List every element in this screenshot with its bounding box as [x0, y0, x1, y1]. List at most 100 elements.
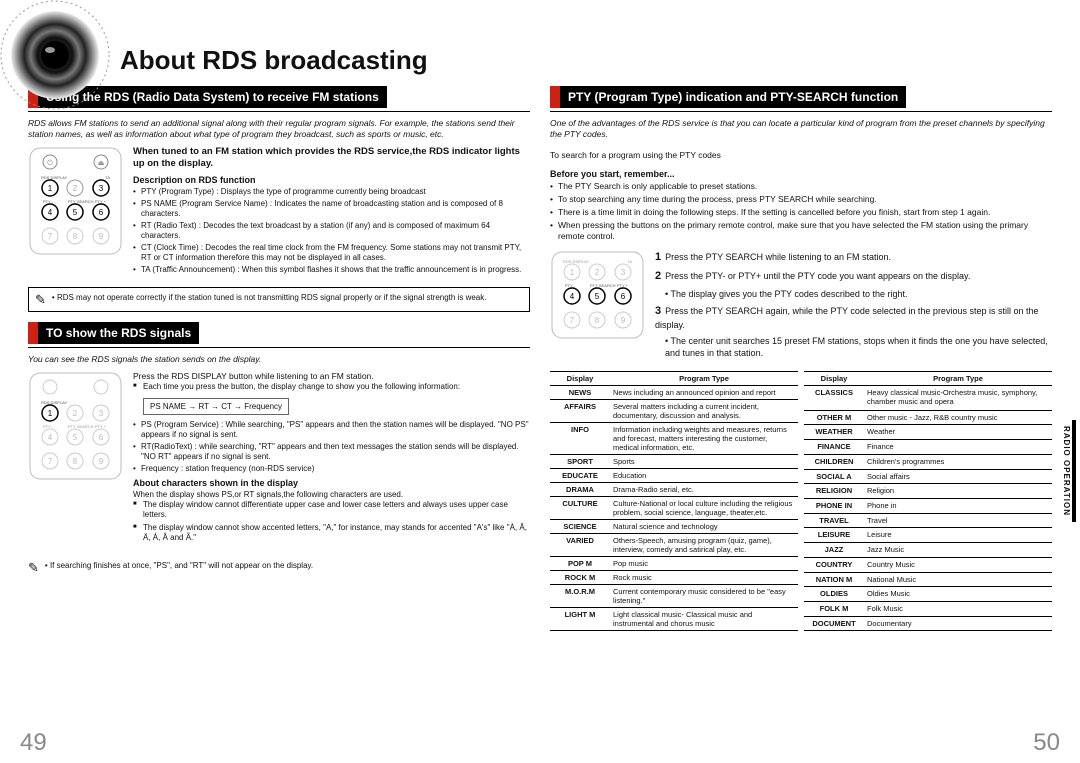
table-row: DOCUMENTDocumentary — [804, 616, 1052, 631]
search-heading: To search for a program using the PTY co… — [550, 150, 1052, 161]
remote-illustration-2: RDS DISPLAY 1 2 3 PTY - PTY SEARCHPTY + 4… — [28, 371, 123, 546]
svg-text:2: 2 — [73, 409, 78, 418]
note-rds-operate: ✎ • RDS may not operate correctly if the… — [28, 287, 530, 312]
page-title: About RDS broadcasting — [120, 45, 1052, 76]
table-row: CHILDRENChildren's programmes — [804, 454, 1052, 469]
table-row: ROCK MRock music — [550, 571, 798, 585]
svg-text:PTY +: PTY + — [617, 283, 629, 288]
page-number-left: 49 — [20, 729, 47, 757]
table-row: CLASSICSHeavy classical music-Orchestra … — [804, 386, 1052, 410]
svg-text:4: 4 — [570, 292, 575, 301]
remote-illustration-1: ⏻ ⏏ RDS DISPLAYTA 1 2 3 PTY -PTY SEARCHP… — [28, 146, 123, 277]
table-row: FINANCEFinance — [804, 440, 1052, 455]
svg-text:PTY -: PTY - — [43, 424, 54, 429]
svg-text:TA: TA — [105, 175, 110, 180]
svg-text:7: 7 — [48, 232, 53, 241]
manual-spread: About RDS broadcasting Using the RDS (Ra… — [0, 0, 1080, 763]
svg-text:5: 5 — [73, 433, 78, 442]
table-row: FOLK MFolk Music — [804, 601, 1052, 616]
svg-text:9: 9 — [99, 457, 104, 466]
right-column: PTY (Program Type) indication and PTY-SE… — [550, 86, 1052, 753]
table-row: RELIGIONReligion — [804, 484, 1052, 499]
svg-text:RDS DISPLAY: RDS DISPLAY — [563, 259, 589, 264]
svg-text:8: 8 — [73, 457, 78, 466]
svg-text:5: 5 — [595, 292, 600, 301]
note-icon: ✎ — [28, 561, 39, 574]
svg-text:8: 8 — [595, 316, 600, 325]
page-number-right: 50 — [1033, 729, 1060, 757]
side-tab: RADIO OPERATION — [1061, 420, 1076, 522]
svg-text:RDS DISPLAY: RDS DISPLAY — [41, 175, 67, 180]
table-row: SCIENCENatural science and technology — [550, 520, 798, 534]
svg-text:1: 1 — [48, 184, 53, 193]
svg-text:1: 1 — [48, 409, 53, 418]
table-row: M.O.R.MCurrent contemporary music consid… — [550, 585, 798, 608]
table-row: CULTURECulture-National or local culture… — [550, 497, 798, 520]
svg-text:3: 3 — [99, 409, 104, 418]
note-searching: ✎ • If searching finishes at once, "PS",… — [28, 556, 530, 579]
svg-text:6: 6 — [99, 208, 104, 217]
svg-text:2: 2 — [595, 268, 600, 277]
pty-intro: One of the advantages of the RDS service… — [550, 118, 1052, 140]
chars-list: The display window cannot differentiate … — [133, 500, 530, 543]
tuned-note: When tuned to an FM station which provid… — [133, 146, 530, 171]
svg-text:9: 9 — [621, 316, 626, 325]
table-row: NEWSNews including an announced opinion … — [550, 386, 798, 400]
table-row: POP MPop music — [550, 557, 798, 571]
table-row: AFFAIRSSeveral matters including a curre… — [550, 400, 798, 423]
table-row: LEISURELeisure — [804, 528, 1052, 543]
table-row: DRAMADrama-Radio serial, etc. — [550, 483, 798, 497]
table-row: OTHER MOther music - Jazz, R&B country m… — [804, 410, 1052, 425]
svg-text:PTY +: PTY + — [95, 199, 107, 204]
table-row: PHONE INPhone in — [804, 498, 1052, 513]
svg-text:2: 2 — [73, 184, 78, 193]
defs-list: PS (Program Service) : While searching, … — [133, 420, 530, 474]
table-row: INFOInformation including weights and me… — [550, 423, 798, 455]
svg-text:7: 7 — [48, 457, 53, 466]
svg-text:9: 9 — [99, 232, 104, 241]
svg-text:PTY +: PTY + — [95, 424, 107, 429]
svg-text:PTY -: PTY - — [565, 283, 576, 288]
svg-text:4: 4 — [48, 208, 53, 217]
pty-table-1: DisplayProgram Type NEWSNews including a… — [550, 371, 798, 631]
pty-tables: DisplayProgram Type NEWSNews including a… — [550, 371, 1052, 631]
svg-text:PTY SEARCH: PTY SEARCH — [590, 283, 616, 288]
svg-text:3: 3 — [621, 268, 626, 277]
svg-text:4: 4 — [48, 433, 53, 442]
table-row: WEATHERWeather — [804, 425, 1052, 440]
table-row: VARIEDOthers-Speech, amusing program (qu… — [550, 534, 798, 557]
section-header-show-signals: TO show the RDS signals — [28, 322, 530, 344]
table-row: JAZZJazz Music — [804, 543, 1052, 558]
svg-text:TA: TA — [627, 259, 632, 264]
pty-table-2: DisplayProgram Type CLASSICSHeavy classi… — [804, 371, 1052, 631]
before-heading: Before you start, remember... — [550, 169, 1052, 179]
section-header-pty: PTY (Program Type) indication and PTY-SE… — [550, 86, 1052, 108]
table-row: SPORTSports — [550, 455, 798, 469]
svg-text:6: 6 — [99, 433, 104, 442]
table-row: SOCIAL ASocial affairs — [804, 469, 1052, 484]
table-row: TRAVELTravel — [804, 513, 1052, 528]
press-rds-display: Press the RDS DISPLAY button while liste… — [133, 371, 530, 382]
left-column: Using the RDS (Radio Data System) to rec… — [28, 86, 530, 753]
note-icon: ✎ — [35, 293, 46, 306]
speaker-decoration — [0, 0, 110, 110]
svg-text:PTY -: PTY - — [43, 199, 54, 204]
display-flow: PS NAME → RT → CT → Frequency — [143, 398, 289, 415]
desc-heading: Description on RDS function — [133, 175, 530, 185]
svg-text:RDS DISPLAY: RDS DISPLAY — [41, 400, 67, 405]
svg-text:⏏: ⏏ — [98, 160, 105, 167]
steps-list: 1Press the PTY SEARCH while listening to… — [655, 250, 1052, 363]
svg-text:8: 8 — [73, 232, 78, 241]
remote-illustration-3: RDS DISPLAY TA 1 2 3 PTY - PTY SEARCHPTY +… — [550, 250, 645, 363]
signals-intro: You can see the RDS signals the station … — [28, 354, 530, 365]
svg-text:PTY SEARCH: PTY SEARCH — [68, 424, 94, 429]
table-row: OLDIESOldies Music — [804, 587, 1052, 602]
svg-text:5: 5 — [73, 208, 78, 217]
svg-text:1: 1 — [570, 268, 575, 277]
rds-intro: RDS allows FM stations to send an additi… — [28, 118, 530, 140]
chars-heading: About characters shown in the display — [133, 478, 530, 488]
svg-text:3: 3 — [99, 184, 104, 193]
table-row: EDUCATEEducation — [550, 469, 798, 483]
svg-text:PTY SEARCH: PTY SEARCH — [68, 199, 94, 204]
svg-text:6: 6 — [621, 292, 626, 301]
